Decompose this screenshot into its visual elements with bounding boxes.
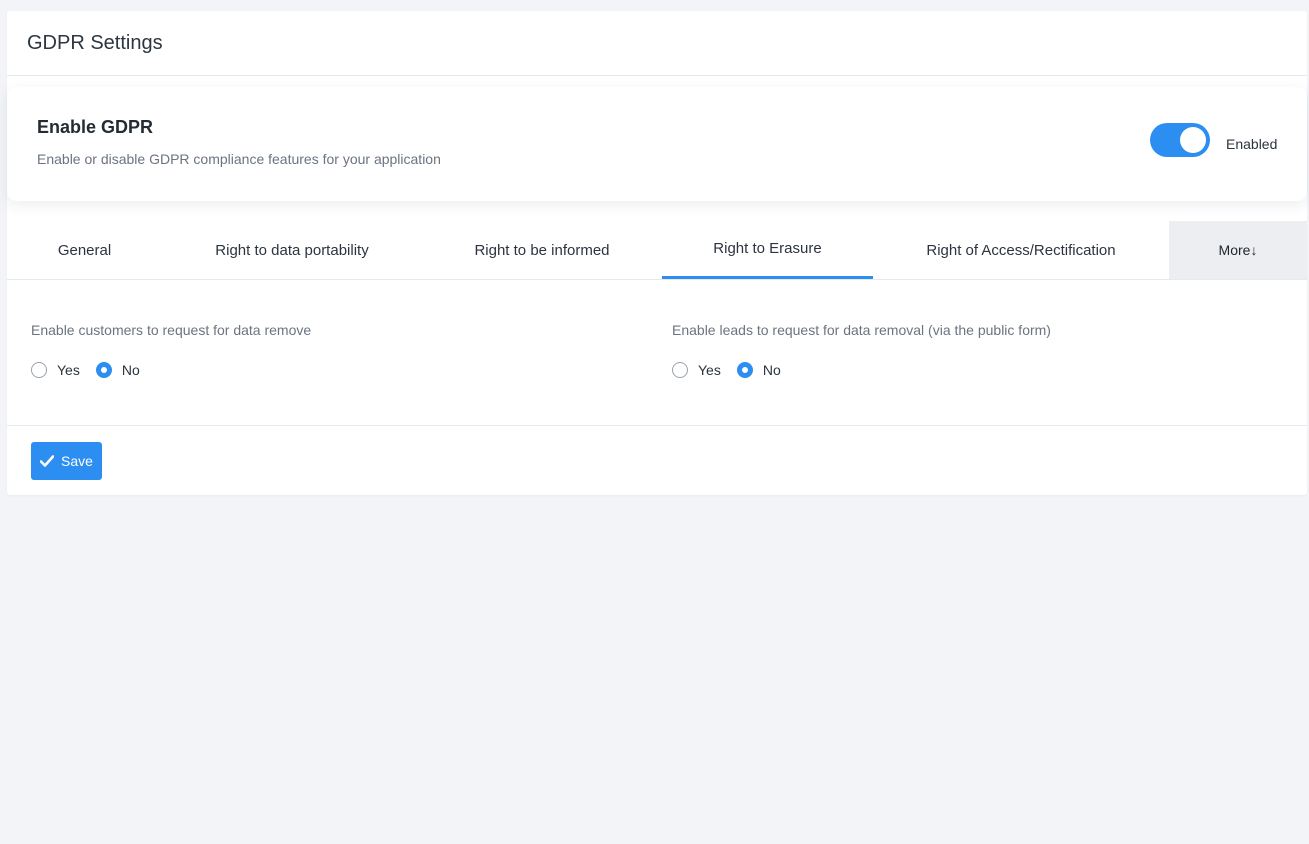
customers-erasure-label: Enable customers to request for data rem… (31, 322, 312, 338)
customers-erasure-no-label[interactable]: No (122, 362, 140, 378)
leads-erasure-yes-radio[interactable] (672, 362, 688, 378)
toggle-status-label: Enabled (1226, 136, 1278, 152)
gdpr-settings-card: GDPR Settings Enable GDPR Enable or disa… (7, 11, 1307, 495)
leads-erasure-label: Enable leads to request for data removal… (672, 322, 1051, 338)
toggle-knob (1180, 127, 1206, 153)
footer-divider (7, 425, 1307, 426)
save-button-label: Save (61, 453, 93, 469)
page-title: GDPR Settings (27, 31, 163, 54)
tab-right-of-access-rectification[interactable]: Right of Access/Rectification (873, 221, 1169, 279)
leads-erasure-no-label[interactable]: No (763, 362, 781, 378)
tab-right-to-erasure[interactable]: Right to Erasure (662, 221, 873, 279)
customers-erasure-yes-label[interactable]: Yes (57, 362, 80, 378)
leads-erasure-yes-label[interactable]: Yes (698, 362, 721, 378)
leads-erasure-radio-group: Yes No (672, 362, 797, 378)
card-header: GDPR Settings (7, 11, 1307, 76)
tab-general[interactable]: General (7, 221, 162, 279)
save-button[interactable]: Save (31, 442, 102, 480)
enable-gdpr-panel: Enable GDPR Enable or disable GDPR compl… (7, 87, 1307, 201)
settings-tabs: General Right to data portability Right … (7, 221, 1307, 280)
tab-right-to-data-portability[interactable]: Right to data portability (162, 221, 422, 279)
tab-right-to-be-informed[interactable]: Right to be informed (422, 221, 662, 279)
enable-gdpr-description: Enable or disable GDPR compliance featur… (37, 151, 441, 167)
customers-erasure-radio-group: Yes No (31, 362, 156, 378)
customers-erasure-no-radio[interactable] (95, 362, 112, 378)
tab-more-dropdown[interactable]: More↓ (1169, 221, 1307, 279)
customers-erasure-yes-radio[interactable] (31, 362, 47, 378)
enable-gdpr-toggle[interactable] (1150, 123, 1210, 157)
leads-erasure-no-radio[interactable] (736, 362, 753, 378)
checkmark-icon (40, 455, 55, 467)
enable-gdpr-title: Enable GDPR (37, 117, 154, 137)
